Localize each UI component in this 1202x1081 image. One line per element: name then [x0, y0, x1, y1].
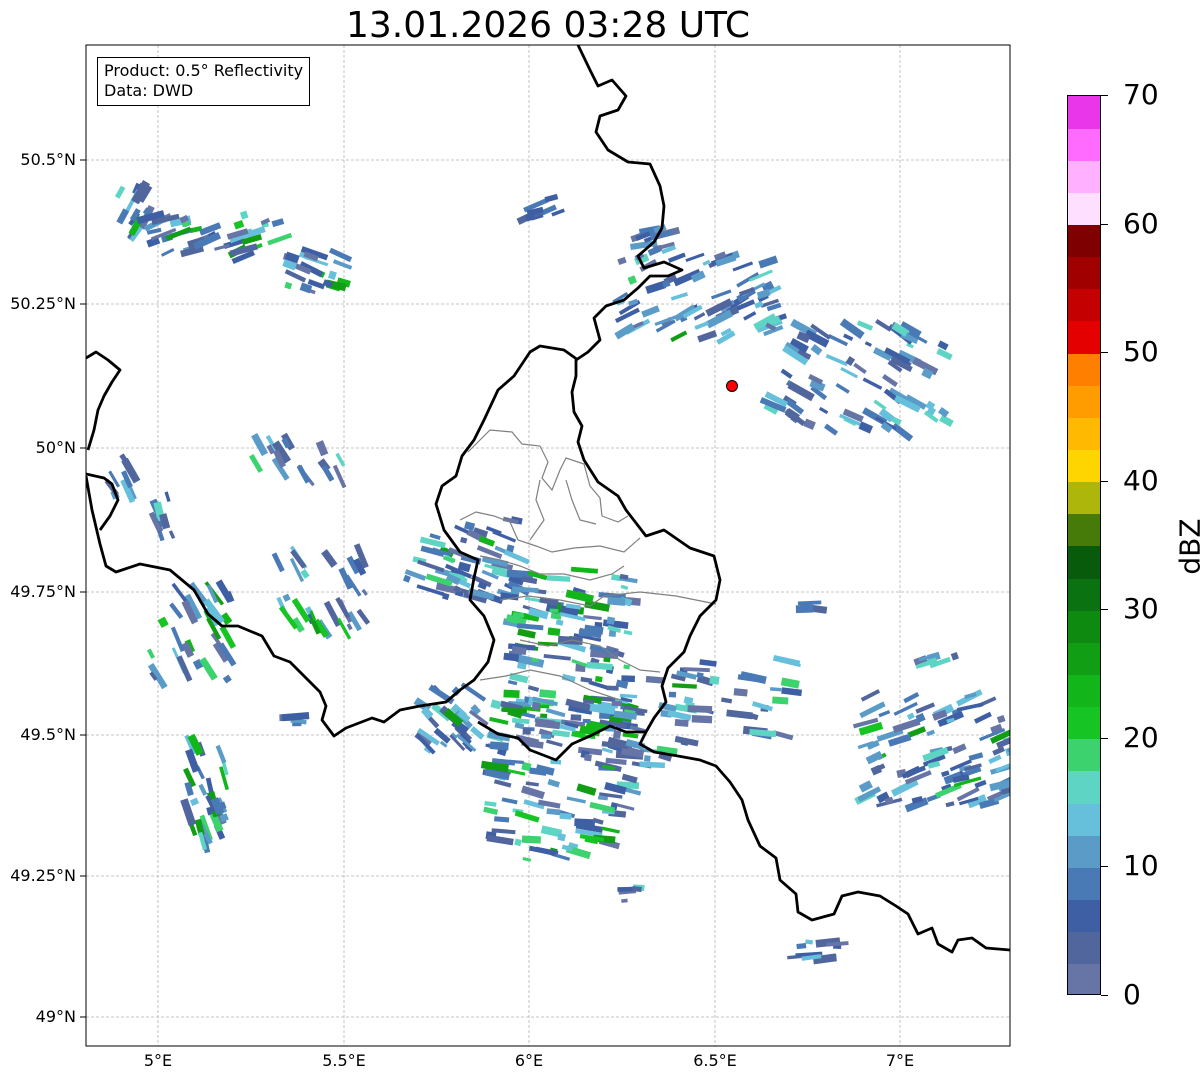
- echo-cell: [522, 728, 531, 735]
- colorbar-segment: [1068, 192, 1100, 226]
- colorbar-tick-mark: [1101, 609, 1108, 611]
- echo-cell: [1011, 800, 1019, 806]
- product-line: Product: 0.5° Reflectivity: [104, 61, 304, 80]
- colorbar-segment: [1068, 578, 1100, 611]
- echo-cell: [829, 954, 837, 962]
- echo-cell: [607, 596, 626, 606]
- colorbar-segment: [1068, 835, 1100, 868]
- echo-cell: [584, 753, 592, 762]
- echo-cell: [795, 604, 814, 614]
- colorbar-tick-label: 40: [1123, 463, 1159, 497]
- colorbar-tick-label: 60: [1123, 206, 1159, 240]
- colorbar-tick-mark: [1101, 95, 1108, 96]
- colorbar-segment: [1068, 931, 1100, 965]
- colorbar-segment: [1068, 224, 1100, 258]
- lon-label-6-5: 6.5°E: [693, 1051, 737, 1070]
- echo-cell: [292, 722, 302, 727]
- colorbar-tick-mark: [1101, 737, 1108, 739]
- colorbar-segment: [1068, 96, 1100, 129]
- colorbar-segment: [1068, 803, 1100, 836]
- echo-cell: [687, 705, 713, 713]
- colorbar-tick-label: 10: [1123, 849, 1159, 883]
- colorbar-tick-mark: [1101, 866, 1108, 868]
- echo-cell: [570, 714, 582, 721]
- colorbar-segment: [1068, 353, 1100, 386]
- colorbar-segment: [1068, 706, 1100, 740]
- echo-cell: [796, 943, 807, 950]
- radar-station-marker[interactable]: [726, 380, 738, 392]
- colorbar-segment: [1068, 867, 1100, 901]
- lat-label-50-5: 50.5°N: [20, 150, 76, 169]
- lat-label-49: 49°N: [35, 1007, 76, 1026]
- colorbar-segment: [1068, 771, 1100, 804]
- colorbar-tick-mark: [1101, 995, 1108, 996]
- echo-cell: [503, 689, 520, 699]
- echo-cell: [621, 898, 628, 903]
- echo-cell: [611, 700, 622, 707]
- colorbar-segment: [1068, 738, 1100, 772]
- colorbar: [1067, 95, 1101, 995]
- lon-label-5: 5°E: [143, 1051, 173, 1070]
- lat-label-49-75: 49.75°N: [10, 582, 76, 601]
- colorbar-segment: [1068, 546, 1100, 579]
- colorbar-segment: [1068, 899, 1100, 933]
- lat-label-49-5: 49.5°N: [20, 725, 76, 744]
- colorbar-segment: [1068, 385, 1100, 418]
- echo-cell: [603, 657, 611, 663]
- colorbar-segment: [1068, 674, 1100, 708]
- data-source-line: Data: DWD: [104, 81, 194, 100]
- colorbar-segment: [1068, 610, 1100, 643]
- echo-cell: [639, 761, 666, 769]
- lon-label-5-5: 5.5°E: [322, 1051, 366, 1070]
- colorbar-segment: [1068, 160, 1100, 193]
- lat-label-49-25: 49.25°N: [10, 866, 76, 885]
- colorbar-segment: [1068, 513, 1100, 547]
- echo-cell: [559, 812, 572, 820]
- lon-label-6: 6°E: [514, 1051, 544, 1070]
- echo-cell: [674, 719, 689, 727]
- colorbar-segment: [1068, 963, 1100, 994]
- echo-cell: [643, 755, 651, 762]
- echo-cell: [547, 627, 561, 636]
- product-info-box: Product: 0.5° Reflectivity Data: DWD: [97, 57, 311, 106]
- echo-cell: [582, 718, 591, 724]
- colorbar-segment: [1068, 321, 1100, 354]
- colorbar-label: dBZ: [1173, 518, 1202, 575]
- echo-cell: [521, 835, 541, 844]
- echo-cell: [709, 675, 720, 685]
- colorbar-tick-mark: [1101, 223, 1108, 225]
- colorbar-tick-label: 0: [1123, 978, 1141, 1011]
- colorbar-segment: [1068, 449, 1100, 483]
- echo-cell: [691, 715, 713, 724]
- colorbar-tick-label: 70: [1123, 78, 1159, 111]
- echo-cell: [805, 939, 814, 945]
- colorbar-segment: [1068, 128, 1100, 161]
- colorbar-segment: [1068, 642, 1100, 676]
- echo-cell: [772, 696, 789, 705]
- colorbar-tick-label: 30: [1123, 592, 1159, 626]
- colorbar-tick-label: 20: [1123, 720, 1159, 754]
- colorbar-segment: [1068, 481, 1100, 515]
- echo-cell: [594, 675, 603, 683]
- echo-cell: [668, 691, 677, 698]
- lon-label-7: 7°E: [885, 1051, 915, 1070]
- colorbar-tick-label: 50: [1123, 335, 1159, 369]
- echo-cell: [612, 730, 622, 739]
- colorbar-tick-mark: [1101, 352, 1108, 354]
- lat-label-50-25: 50.25°N: [10, 294, 76, 313]
- lat-label-50: 50°N: [35, 438, 76, 457]
- colorbar-segment: [1068, 417, 1100, 451]
- echo-cell: [540, 734, 552, 740]
- echo-cell: [606, 616, 616, 625]
- radar-map[interactable]: [0, 0, 1202, 1081]
- colorbar-segment: [1068, 288, 1100, 322]
- echo-cell: [489, 741, 509, 751]
- colorbar-tick-mark: [1101, 480, 1108, 482]
- echo-cell: [549, 608, 559, 613]
- echo-cell: [733, 688, 748, 697]
- echo-cell: [632, 886, 642, 893]
- colorbar-segment: [1068, 256, 1100, 290]
- echo-cell: [539, 689, 557, 699]
